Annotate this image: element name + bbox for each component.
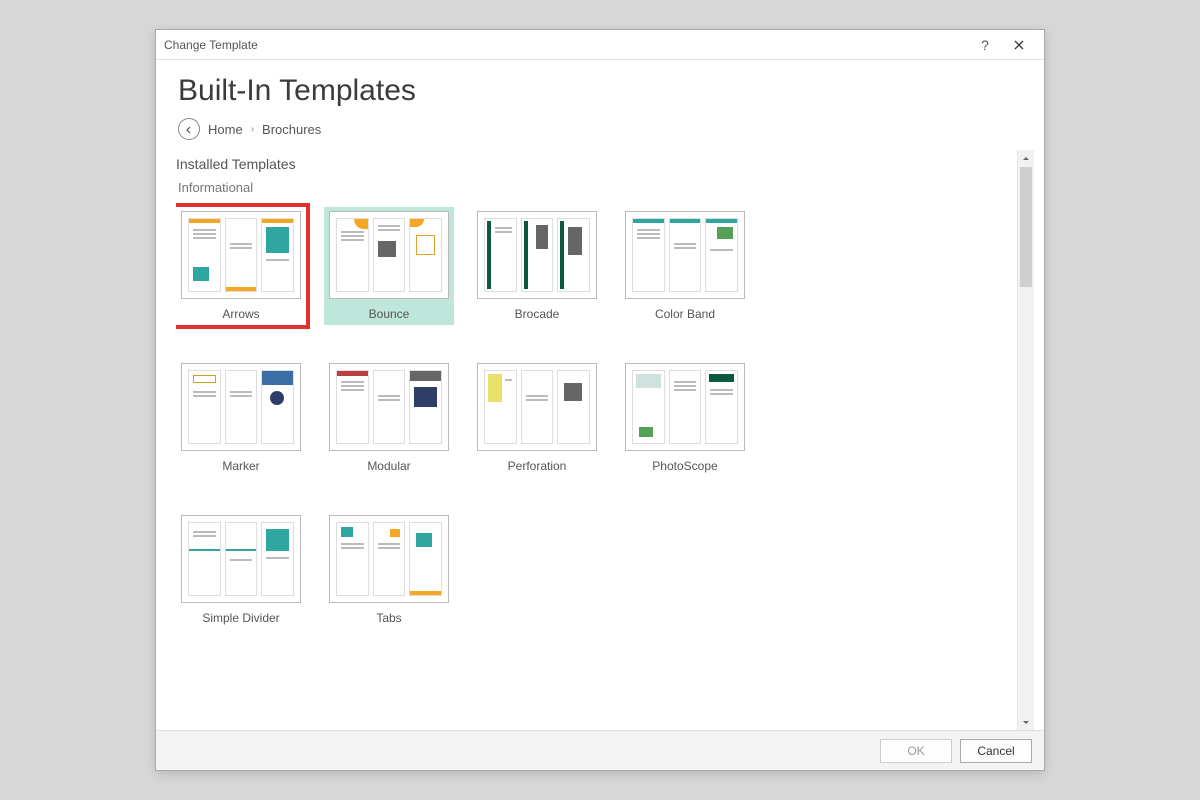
template-arrows[interactable]: Arrows: [176, 207, 306, 325]
template-label: Arrows: [222, 307, 259, 321]
template-bounce[interactable]: Bounce: [324, 207, 454, 325]
arrow-left-icon: [185, 122, 193, 137]
template-label: Brocade: [515, 307, 560, 321]
template-list: Installed Templates Informational: [176, 150, 1017, 730]
template-perforation[interactable]: Perforation: [472, 359, 602, 477]
template-modular[interactable]: Modular: [324, 359, 454, 477]
breadcrumb: Home › Brochures: [156, 114, 1044, 150]
breadcrumb-current[interactable]: Brochures: [262, 122, 321, 137]
vertical-scrollbar[interactable]: [1017, 150, 1034, 730]
ok-button[interactable]: OK: [880, 739, 952, 763]
nav-back-button[interactable]: [178, 118, 200, 140]
chevron-down-icon: [1022, 713, 1030, 731]
template-label: Perforation: [508, 459, 567, 473]
template-scroll-region: Installed Templates Informational: [176, 150, 1034, 730]
dialog-content: Built-In Templates Home › Brochures Inst…: [156, 60, 1044, 730]
template-brocade[interactable]: Brocade: [472, 207, 602, 325]
template-thumbnail: [477, 363, 597, 451]
template-label: Modular: [367, 459, 410, 473]
template-thumbnail: [181, 363, 301, 451]
template-marker[interactable]: Marker: [176, 359, 306, 477]
scroll-up-button[interactable]: [1018, 150, 1034, 167]
template-photoscope[interactable]: PhotoScope: [620, 359, 750, 477]
dialog-titlebar: Change Template ?: [156, 30, 1044, 60]
scrollbar-thumb[interactable]: [1020, 167, 1032, 287]
dialog-title: Change Template: [164, 38, 258, 52]
cancel-button[interactable]: Cancel: [960, 739, 1032, 763]
template-row: Arrows: [176, 207, 1007, 325]
template-label: Tabs: [376, 611, 401, 625]
breadcrumb-home[interactable]: Home: [208, 122, 243, 137]
template-thumbnail: [329, 363, 449, 451]
template-thumbnail: [625, 211, 745, 299]
template-color-band[interactable]: Color Band: [620, 207, 750, 325]
template-thumbnail: [477, 211, 597, 299]
template-row: Simple Divider Tabs: [176, 511, 1007, 629]
template-thumbnail: [181, 515, 301, 603]
template-thumbnail: [329, 211, 449, 299]
template-thumbnail: [181, 211, 301, 299]
template-label: Marker: [222, 459, 259, 473]
template-label: Simple Divider: [202, 611, 279, 625]
template-label: Color Band: [655, 307, 715, 321]
close-icon: [1014, 37, 1024, 53]
informational-label: Informational: [178, 180, 1007, 195]
dialog-button-bar: OK Cancel: [156, 730, 1044, 770]
chevron-right-icon: ›: [251, 124, 254, 135]
scroll-down-button[interactable]: [1018, 713, 1034, 730]
template-row: Marker Modular: [176, 359, 1007, 477]
template-tabs[interactable]: Tabs: [324, 511, 454, 629]
scrollbar-track[interactable]: [1018, 167, 1034, 713]
page-heading: Built-In Templates: [156, 60, 1044, 114]
template-thumbnail: [625, 363, 745, 451]
template-simple-divider[interactable]: Simple Divider: [176, 511, 306, 629]
template-thumbnail: [329, 515, 449, 603]
help-button[interactable]: ?: [968, 33, 1002, 57]
chevron-up-icon: [1022, 150, 1030, 168]
template-label: PhotoScope: [652, 459, 717, 473]
change-template-dialog: Change Template ? Built-In Templates Hom…: [155, 29, 1045, 771]
close-button[interactable]: [1002, 33, 1036, 57]
template-label: Bounce: [369, 307, 410, 321]
installed-templates-label: Installed Templates: [176, 156, 1007, 172]
